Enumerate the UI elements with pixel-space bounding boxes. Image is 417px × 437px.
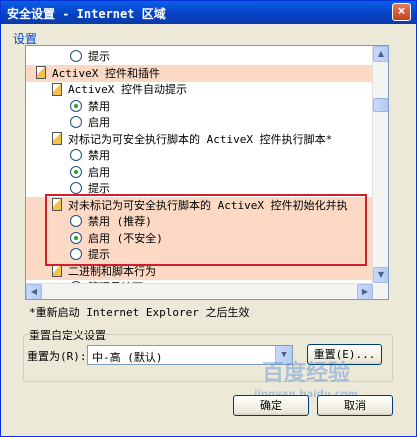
radio-button[interactable] (70, 116, 82, 128)
radio-button[interactable] (70, 165, 82, 178)
setting-label: 禁用 (88, 99, 110, 113)
title-bar: 安全设置 - Internet 区域 × (1, 1, 416, 24)
setting-category-row: 对标记为可安全执行脚本的 ActiveX 控件执行脚本* (26, 131, 373, 148)
cancel-button[interactable]: 取消 (317, 395, 393, 416)
highlight-annotation-box (45, 194, 367, 266)
setting-option-row[interactable]: 启用 (26, 114, 373, 131)
setting-label: 禁用 (88, 149, 110, 162)
scroll-right-button[interactable]: ▶ (357, 284, 373, 299)
setting-label: 对标记为可安全执行脚本的 ActiveX 控件执行脚本* (68, 132, 333, 146)
settings-document-icon (52, 82, 62, 96)
radio-button[interactable] (70, 50, 82, 62)
setting-label: 提示 (88, 50, 110, 63)
settings-document-icon (52, 132, 62, 145)
setting-label: 二进制和脚本行为 (68, 264, 156, 278)
scroll-up-button[interactable]: ▲ (373, 46, 388, 62)
reset-to-label: 重置为(R): (27, 350, 87, 363)
setting-category-row: ActiveX 控件和插件 (26, 64, 373, 82)
window-title: 安全设置 - Internet 区域 (7, 7, 166, 21)
setting-label: ActiveX 控件和插件 (52, 66, 160, 80)
setting-option-row[interactable]: 禁用 (26, 147, 373, 164)
scroll-left-button[interactable]: ◀ (26, 284, 42, 299)
security-level-value: 中-高 (默认) (92, 351, 163, 364)
scroll-down-button[interactable]: ▼ (373, 267, 388, 283)
scroll-thumb[interactable] (373, 98, 388, 112)
setting-label: ActiveX 控件自动提示 (68, 83, 187, 96)
watermark-text: 百度经验 (261, 361, 350, 386)
ok-button[interactable]: 确定 (233, 395, 309, 416)
setting-category-row: ActiveX 控件自动提示 (26, 81, 373, 98)
security-settings-dialog: 安全设置 - Internet 区域 × 设置 提示 ActiveX 控件和插件 A… (0, 0, 417, 437)
setting-label: 启用 (88, 116, 110, 129)
vertical-scrollbar[interactable]: ▲ ▼ (372, 46, 388, 299)
radio-button[interactable] (70, 99, 82, 112)
setting-option-row[interactable]: 提示 (26, 48, 373, 65)
setting-label: 启用 (88, 165, 110, 179)
radio-button[interactable] (70, 149, 82, 161)
horizontal-scrollbar[interactable]: ◀ ▶ (26, 283, 373, 299)
close-button[interactable]: × (392, 3, 411, 21)
setting-option-row[interactable]: 启用 (26, 164, 373, 181)
radio-button[interactable] (70, 182, 82, 194)
setting-option-row[interactable]: 禁用 (26, 98, 373, 115)
restart-note: *重新启动 Internet Explorer 之后生效 (29, 306, 250, 319)
settings-document-icon (36, 66, 46, 79)
